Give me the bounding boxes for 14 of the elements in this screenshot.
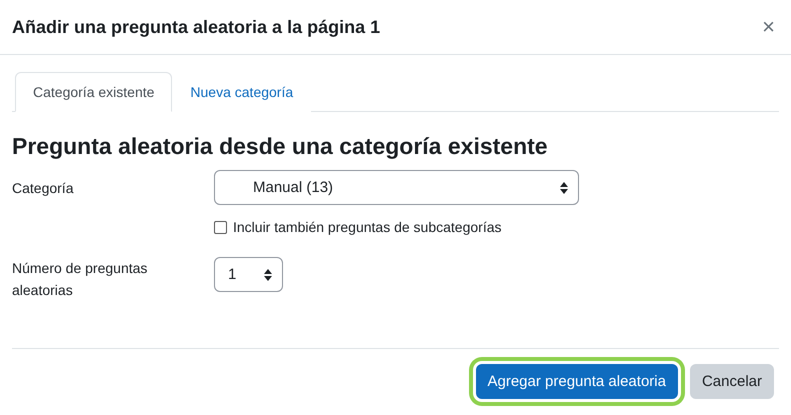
close-button[interactable]: ×: [758, 14, 779, 40]
checkbox-label: Incluir también preguntas de subcategorías: [233, 219, 502, 235]
checkbox[interactable]: [214, 220, 227, 234]
cancel-button[interactable]: Cancelar: [690, 364, 774, 398]
submit-button[interactable]: Agregar pregunta aleatoria: [476, 364, 678, 398]
up-down-caret-icon: [264, 268, 272, 280]
number-select[interactable]: 1: [214, 257, 283, 292]
section-heading: Pregunta aleatoria desde una categoría existente: [12, 133, 549, 160]
dialog-title: Añadir una pregunta aleatoria a la página 1: [12, 16, 380, 38]
tab[interactable]: Categoría existente: [15, 72, 172, 112]
field-label: Categoría: [12, 178, 74, 198]
up-down-caret-icon: [560, 182, 568, 194]
field-label: Número de preguntas aleatorias: [12, 259, 148, 300]
category-select[interactable]: Manual (13): [214, 170, 579, 205]
